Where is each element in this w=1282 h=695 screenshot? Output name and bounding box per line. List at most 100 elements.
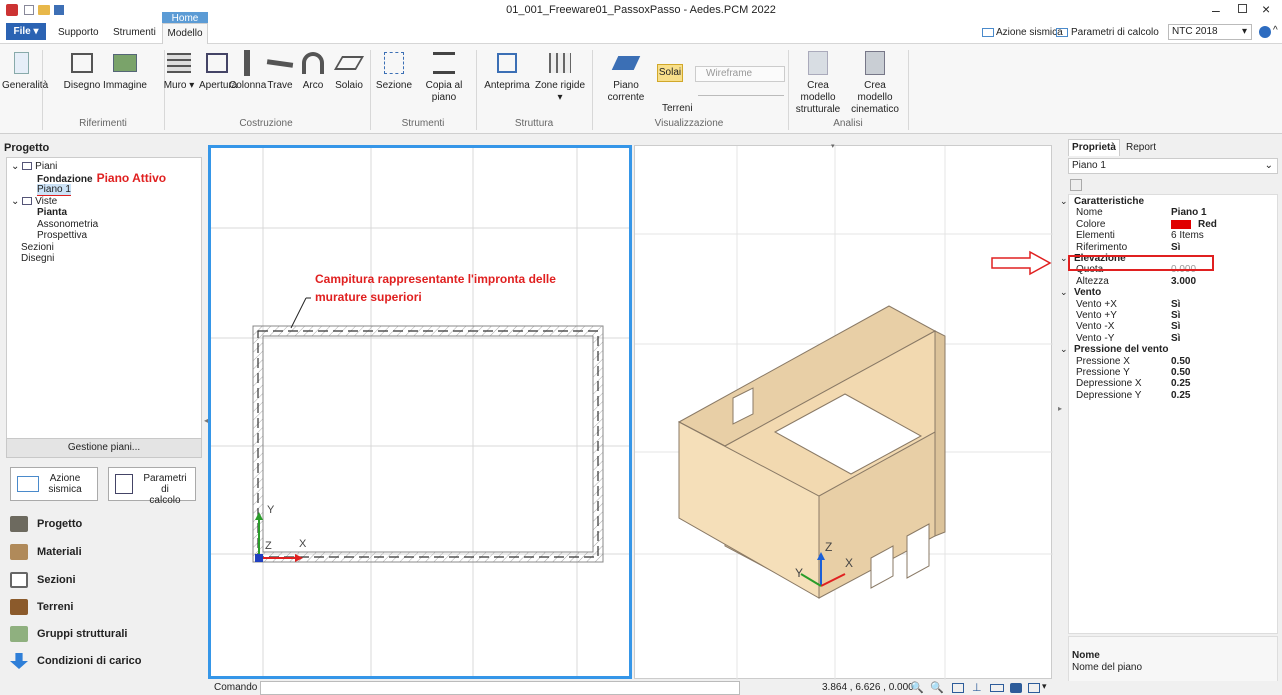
transparency-slider[interactable]: [698, 95, 784, 96]
crea-modello-strutturale-button[interactable]: Crea modello strutturale: [790, 50, 846, 116]
colonna-button[interactable]: Colonna: [229, 50, 266, 92]
generalita-button[interactable]: Generalità: [2, 50, 48, 92]
property-row[interactable]: Altezza 3.000: [1068, 276, 1276, 288]
property-value[interactable]: 3.000: [1171, 276, 1196, 288]
property-row[interactable]: Pressione X 0.50: [1068, 356, 1276, 368]
tree-item-prospettiva[interactable]: Prospettiva: [11, 230, 201, 242]
tab-strumenti[interactable]: Strumenti: [113, 27, 156, 38]
calc-params-button[interactable]: Parametri di calcolo: [108, 467, 196, 506]
norm-select[interactable]: NTC 2018 ▾: [1168, 24, 1252, 40]
property-value[interactable]: Red: [1198, 219, 1217, 231]
property-row[interactable]: Pressione Y 0.50: [1068, 367, 1276, 379]
property-row[interactable]: Riferimento Sì: [1068, 242, 1276, 254]
property-value[interactable]: 0.50: [1171, 356, 1190, 368]
plan-viewport[interactable]: Campitura rappresentante l'impronta dell…: [208, 145, 632, 679]
disegno-button[interactable]: Disegno: [62, 50, 102, 92]
chevron-down-icon[interactable]: ⌄: [1060, 287, 1068, 299]
collapse-left-icon[interactable]: ◂: [204, 416, 208, 425]
zoom-icon[interactable]: 🔍: [910, 681, 924, 694]
chevron-down-icon[interactable]: ⌄: [1060, 344, 1068, 356]
color-swatch[interactable]: [1171, 219, 1191, 229]
seismic-action-link[interactable]: Azione sismica: [996, 27, 1063, 38]
tab-report[interactable]: Report: [1126, 142, 1156, 153]
property-row[interactable]: Colore Red: [1068, 219, 1276, 231]
categorized-view-icon[interactable]: [1070, 179, 1082, 191]
zoom-extents-icon[interactable]: 🔍: [930, 681, 944, 694]
solaio-button[interactable]: Solaio: [331, 50, 367, 92]
tree-item-piano1[interactable]: Piano 1: [11, 184, 201, 196]
nav-progetto[interactable]: Progetto: [10, 514, 82, 534]
tree-item-sezioni[interactable]: Sezioni: [11, 242, 201, 254]
calc-params-icon[interactable]: [1056, 28, 1068, 37]
property-value[interactable]: Sì: [1171, 333, 1180, 345]
immagine-button[interactable]: Immagine: [102, 50, 148, 92]
tree-item-viste[interactable]: ⌄ Viste: [11, 196, 201, 208]
nav-gruppi-strutturali[interactable]: Gruppi strutturali: [10, 624, 127, 644]
view-mode-icon[interactable]: [1028, 683, 1040, 693]
nav-materiali[interactable]: Materiali: [10, 542, 82, 562]
property-row[interactable]: Vento +X Sì: [1068, 299, 1276, 311]
property-row[interactable]: Depressione Y 0.25: [1068, 390, 1276, 402]
file-menu-button[interactable]: File ▾: [6, 23, 46, 40]
manage-floors-button[interactable]: Gestione piani...: [6, 438, 202, 458]
seismic-action-icon[interactable]: [982, 28, 994, 37]
property-row[interactable]: Nome Piano 1: [1068, 207, 1276, 219]
camera-icon[interactable]: [1010, 683, 1022, 693]
property-row[interactable]: Elementi 6 Items: [1068, 230, 1276, 242]
property-value[interactable]: Sì: [1171, 310, 1180, 322]
property-row[interactable]: Depressione X 0.25: [1068, 378, 1276, 390]
property-category[interactable]: Vento ⌄: [1060, 287, 1276, 299]
terreni-toggle[interactable]: Terreni: [662, 103, 693, 114]
wireframe-select[interactable]: Wireframe: [695, 66, 785, 82]
property-row[interactable]: Vento -X Sì: [1068, 321, 1276, 333]
nav-sezioni[interactable]: Sezioni: [10, 570, 76, 590]
collapse-ribbon-icon[interactable]: ^: [1273, 25, 1278, 36]
view-mode-dropdown-icon[interactable]: ▾: [1042, 681, 1047, 692]
nav-terreni[interactable]: Terreni: [10, 597, 73, 617]
property-value[interactable]: 6 Items: [1171, 230, 1204, 242]
copia-al-piano-button[interactable]: Copia al piano: [416, 50, 472, 104]
ruler-icon[interactable]: [990, 684, 1004, 692]
property-category[interactable]: Caratteristiche ⌄: [1060, 196, 1276, 208]
zone-rigide-button[interactable]: Zone rigide ▾: [532, 50, 588, 104]
muro-button[interactable]: Muro ▾: [160, 50, 198, 92]
property-value[interactable]: 0.25: [1171, 390, 1190, 402]
piano-corrente-button[interactable]: Piano corrente: [594, 50, 658, 104]
property-value[interactable]: Piano 1: [1171, 207, 1207, 219]
property-row[interactable]: Vento -Y Sì: [1068, 333, 1276, 345]
property-value[interactable]: Sì: [1171, 299, 1180, 311]
anteprima-button[interactable]: Anteprima: [482, 50, 532, 92]
property-value[interactable]: 0.25: [1171, 378, 1190, 390]
seismic-action-button[interactable]: Azione sismica: [10, 467, 98, 501]
tree-item-pianta[interactable]: Pianta: [11, 207, 201, 219]
restore-icon[interactable]: [1238, 4, 1247, 13]
help-icon[interactable]: [1259, 26, 1271, 38]
command-input[interactable]: [260, 681, 740, 695]
trave-button[interactable]: Trave: [265, 50, 295, 92]
close-icon[interactable]: ×: [1262, 1, 1270, 17]
axes-toggle-icon[interactable]: ⊥: [972, 681, 982, 694]
element-select[interactable]: Piano 1 ⌄: [1068, 158, 1278, 174]
calc-params-link[interactable]: Parametri di calcolo: [1071, 27, 1159, 38]
tree-item-assonometria[interactable]: Assonometria: [11, 219, 201, 231]
crea-modello-cinematico-button[interactable]: Crea modello cinematico: [846, 50, 904, 116]
tree-item-disegni[interactable]: Disegni: [11, 253, 201, 265]
tree-item-fondazione[interactable]: Fondazione Piano Attivo: [11, 172, 201, 185]
grid-toggle-icon[interactable]: [952, 683, 964, 693]
collapse-right-icon[interactable]: ▸: [1058, 404, 1062, 413]
property-row[interactable]: Vento +Y Sì: [1068, 310, 1276, 322]
property-value[interactable]: Sì: [1171, 321, 1180, 333]
chevron-down-icon[interactable]: ⌄: [1060, 253, 1068, 265]
arco-button[interactable]: Arco: [300, 50, 326, 92]
axonometric-viewport[interactable]: ▾ Z X Y: [634, 143, 1053, 680]
chevron-down-icon[interactable]: ⌄: [1060, 196, 1068, 208]
minimize-icon[interactable]: –: [1212, 2, 1220, 18]
property-category[interactable]: Pressione del vento ⌄: [1060, 344, 1276, 356]
tab-proprieta[interactable]: Proprietà: [1068, 139, 1120, 156]
nav-condizioni-di-carico[interactable]: Condizioni di carico: [10, 651, 142, 671]
property-value[interactable]: 0.50: [1171, 367, 1190, 379]
tab-supporto[interactable]: Supporto: [58, 27, 99, 38]
property-value[interactable]: Sì: [1171, 242, 1180, 254]
tab-modello[interactable]: Modello: [162, 23, 208, 44]
solai-toggle[interactable]: Solai: [657, 64, 683, 82]
